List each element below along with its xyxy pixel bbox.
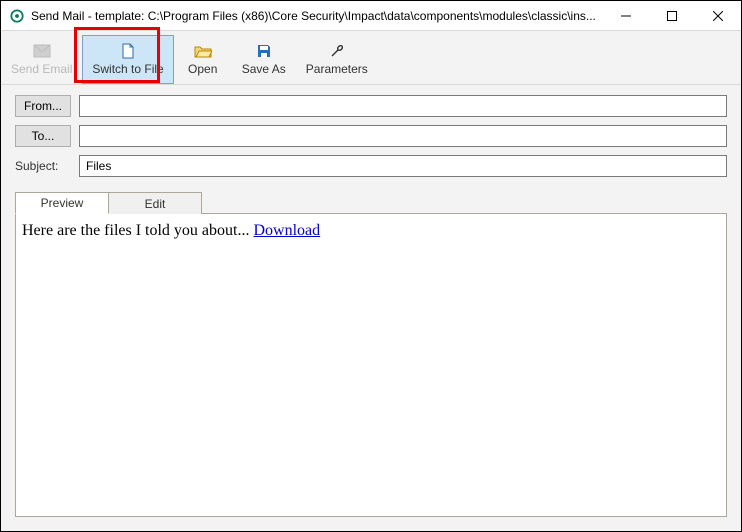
open-button[interactable]: Open [174,35,232,84]
tool-label: Save As [242,62,286,76]
subject-input[interactable] [79,155,727,177]
maximize-button[interactable] [649,1,695,30]
close-button[interactable] [695,1,741,30]
wrench-icon [328,42,346,60]
subject-label: Subject: [15,159,71,173]
parameters-button[interactable]: Parameters [296,35,378,84]
tabs-row: Preview Edit [15,191,727,213]
download-link[interactable]: Download [253,222,320,239]
form-area: From... To... Subject: [1,85,741,191]
window-controls [603,1,741,30]
switch-to-file-button[interactable]: Switch to File [82,35,173,84]
preview-content: Here are the files I told you about... D… [15,213,727,517]
send-email-button: Send Email [1,35,82,84]
save-icon [255,42,273,60]
folder-open-icon [194,42,212,60]
save-as-button[interactable]: Save As [232,35,296,84]
tab-edit[interactable]: Edit [108,192,202,214]
app-icon [9,8,25,24]
tab-preview[interactable]: Preview [15,192,109,214]
tool-label: Switch to File [92,62,163,76]
file-icon [119,42,137,60]
tool-label: Open [188,62,217,76]
toolbar: Send Email Switch to File Open Save As P… [1,31,741,85]
to-button[interactable]: To... [15,125,71,147]
tool-label: Parameters [306,62,368,76]
from-button[interactable]: From... [15,95,71,117]
titlebar: Send Mail - template: C:\Program Files (… [1,1,741,31]
from-input[interactable] [79,95,727,117]
minimize-button[interactable] [603,1,649,30]
tool-label: Send Email [11,62,72,76]
mail-icon [33,42,51,60]
window-title: Send Mail - template: C:\Program Files (… [31,9,603,23]
to-input[interactable] [79,125,727,147]
tabs-area: Preview Edit Here are the files I told y… [1,191,741,531]
body-text: Here are the files I told you about... [22,222,253,239]
